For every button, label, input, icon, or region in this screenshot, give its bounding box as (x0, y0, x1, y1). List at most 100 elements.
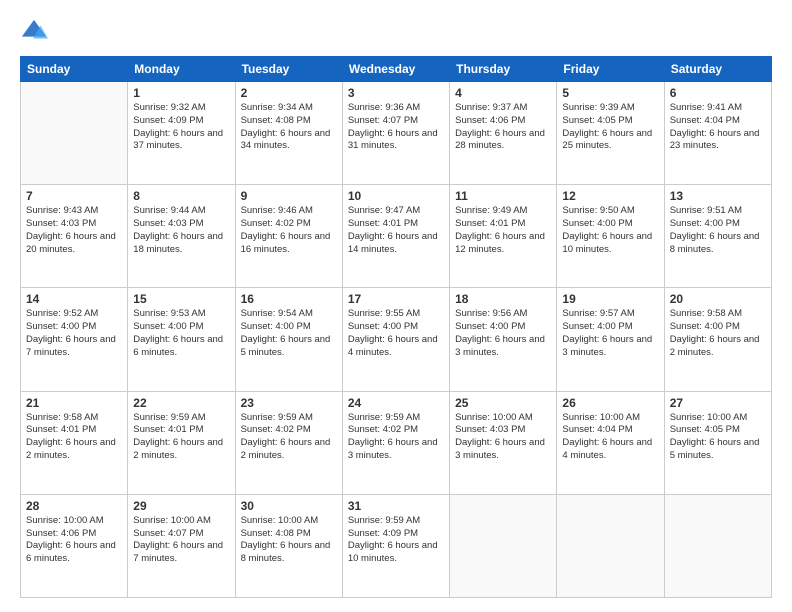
day-number: 2 (241, 86, 337, 100)
day-info: Sunrise: 9:51 AM Sunset: 4:00 PM Dayligh… (670, 205, 766, 256)
day-info: Sunrise: 9:39 AM Sunset: 4:05 PM Dayligh… (562, 102, 658, 153)
calendar-cell: 5 Sunrise: 9:39 AM Sunset: 4:05 PM Dayli… (557, 82, 664, 185)
day-number: 23 (241, 396, 337, 410)
day-number: 9 (241, 189, 337, 203)
calendar-row: 21 Sunrise: 9:58 AM Sunset: 4:01 PM Dayl… (21, 391, 772, 494)
day-number: 15 (133, 292, 229, 306)
calendar-cell: 7 Sunrise: 9:43 AM Sunset: 4:03 PM Dayli… (21, 185, 128, 288)
calendar-cell: 22 Sunrise: 9:59 AM Sunset: 4:01 PM Dayl… (128, 391, 235, 494)
day-info: Sunrise: 9:46 AM Sunset: 4:02 PM Dayligh… (241, 205, 337, 256)
calendar-cell (450, 494, 557, 597)
day-number: 19 (562, 292, 658, 306)
calendar-cell: 24 Sunrise: 9:59 AM Sunset: 4:02 PM Dayl… (342, 391, 449, 494)
day-info: Sunrise: 10:00 AM Sunset: 4:04 PM Daylig… (562, 412, 658, 463)
calendar-table: SundayMondayTuesdayWednesdayThursdayFrid… (20, 56, 772, 598)
day-number: 10 (348, 189, 444, 203)
weekday-header: Saturday (664, 57, 771, 82)
calendar-cell (557, 494, 664, 597)
weekday-header: Thursday (450, 57, 557, 82)
day-info: Sunrise: 9:32 AM Sunset: 4:09 PM Dayligh… (133, 102, 229, 153)
calendar-row: 7 Sunrise: 9:43 AM Sunset: 4:03 PM Dayli… (21, 185, 772, 288)
day-info: Sunrise: 10:00 AM Sunset: 4:05 PM Daylig… (670, 412, 766, 463)
day-number: 22 (133, 396, 229, 410)
day-number: 18 (455, 292, 551, 306)
calendar-cell: 28 Sunrise: 10:00 AM Sunset: 4:06 PM Day… (21, 494, 128, 597)
day-number: 11 (455, 189, 551, 203)
day-number: 20 (670, 292, 766, 306)
calendar-cell: 16 Sunrise: 9:54 AM Sunset: 4:00 PM Dayl… (235, 288, 342, 391)
calendar-cell: 13 Sunrise: 9:51 AM Sunset: 4:00 PM Dayl… (664, 185, 771, 288)
calendar-cell: 20 Sunrise: 9:58 AM Sunset: 4:00 PM Dayl… (664, 288, 771, 391)
day-info: Sunrise: 10:00 AM Sunset: 4:03 PM Daylig… (455, 412, 551, 463)
calendar-row: 14 Sunrise: 9:52 AM Sunset: 4:00 PM Dayl… (21, 288, 772, 391)
calendar-cell: 9 Sunrise: 9:46 AM Sunset: 4:02 PM Dayli… (235, 185, 342, 288)
calendar-cell: 30 Sunrise: 10:00 AM Sunset: 4:08 PM Day… (235, 494, 342, 597)
day-number: 8 (133, 189, 229, 203)
day-number: 30 (241, 499, 337, 513)
day-number: 17 (348, 292, 444, 306)
calendar-cell: 1 Sunrise: 9:32 AM Sunset: 4:09 PM Dayli… (128, 82, 235, 185)
day-info: Sunrise: 9:59 AM Sunset: 4:02 PM Dayligh… (348, 412, 444, 463)
calendar-cell: 29 Sunrise: 10:00 AM Sunset: 4:07 PM Day… (128, 494, 235, 597)
calendar-cell: 8 Sunrise: 9:44 AM Sunset: 4:03 PM Dayli… (128, 185, 235, 288)
calendar-cell: 4 Sunrise: 9:37 AM Sunset: 4:06 PM Dayli… (450, 82, 557, 185)
day-info: Sunrise: 9:50 AM Sunset: 4:00 PM Dayligh… (562, 205, 658, 256)
calendar-cell: 27 Sunrise: 10:00 AM Sunset: 4:05 PM Day… (664, 391, 771, 494)
day-number: 31 (348, 499, 444, 513)
day-number: 6 (670, 86, 766, 100)
calendar-cell: 21 Sunrise: 9:58 AM Sunset: 4:01 PM Dayl… (21, 391, 128, 494)
calendar-header-row: SundayMondayTuesdayWednesdayThursdayFrid… (21, 57, 772, 82)
day-info: Sunrise: 10:00 AM Sunset: 4:07 PM Daylig… (133, 515, 229, 566)
day-info: Sunrise: 10:00 AM Sunset: 4:08 PM Daylig… (241, 515, 337, 566)
day-number: 28 (26, 499, 122, 513)
day-info: Sunrise: 9:41 AM Sunset: 4:04 PM Dayligh… (670, 102, 766, 153)
day-number: 14 (26, 292, 122, 306)
day-info: Sunrise: 9:47 AM Sunset: 4:01 PM Dayligh… (348, 205, 444, 256)
calendar-cell: 10 Sunrise: 9:47 AM Sunset: 4:01 PM Dayl… (342, 185, 449, 288)
day-info: Sunrise: 9:36 AM Sunset: 4:07 PM Dayligh… (348, 102, 444, 153)
day-number: 21 (26, 396, 122, 410)
calendar-cell: 25 Sunrise: 10:00 AM Sunset: 4:03 PM Day… (450, 391, 557, 494)
calendar-cell: 12 Sunrise: 9:50 AM Sunset: 4:00 PM Dayl… (557, 185, 664, 288)
calendar-cell: 17 Sunrise: 9:55 AM Sunset: 4:00 PM Dayl… (342, 288, 449, 391)
calendar-cell: 23 Sunrise: 9:59 AM Sunset: 4:02 PM Dayl… (235, 391, 342, 494)
day-info: Sunrise: 9:59 AM Sunset: 4:02 PM Dayligh… (241, 412, 337, 463)
day-info: Sunrise: 10:00 AM Sunset: 4:06 PM Daylig… (26, 515, 122, 566)
calendar-cell (664, 494, 771, 597)
day-info: Sunrise: 9:44 AM Sunset: 4:03 PM Dayligh… (133, 205, 229, 256)
day-number: 16 (241, 292, 337, 306)
day-number: 26 (562, 396, 658, 410)
calendar-row: 1 Sunrise: 9:32 AM Sunset: 4:09 PM Dayli… (21, 82, 772, 185)
weekday-header: Sunday (21, 57, 128, 82)
day-info: Sunrise: 9:54 AM Sunset: 4:00 PM Dayligh… (241, 308, 337, 359)
day-number: 13 (670, 189, 766, 203)
calendar-cell: 14 Sunrise: 9:52 AM Sunset: 4:00 PM Dayl… (21, 288, 128, 391)
day-number: 27 (670, 396, 766, 410)
day-number: 3 (348, 86, 444, 100)
day-number: 4 (455, 86, 551, 100)
calendar-cell (21, 82, 128, 185)
day-info: Sunrise: 9:49 AM Sunset: 4:01 PM Dayligh… (455, 205, 551, 256)
day-info: Sunrise: 9:56 AM Sunset: 4:00 PM Dayligh… (455, 308, 551, 359)
day-number: 1 (133, 86, 229, 100)
calendar-cell: 26 Sunrise: 10:00 AM Sunset: 4:04 PM Day… (557, 391, 664, 494)
calendar-cell: 19 Sunrise: 9:57 AM Sunset: 4:00 PM Dayl… (557, 288, 664, 391)
weekday-header: Monday (128, 57, 235, 82)
logo (20, 18, 52, 46)
day-number: 5 (562, 86, 658, 100)
page: SundayMondayTuesdayWednesdayThursdayFrid… (0, 0, 792, 612)
day-info: Sunrise: 9:58 AM Sunset: 4:00 PM Dayligh… (670, 308, 766, 359)
day-number: 7 (26, 189, 122, 203)
calendar-cell: 31 Sunrise: 9:59 AM Sunset: 4:09 PM Dayl… (342, 494, 449, 597)
weekday-header: Friday (557, 57, 664, 82)
day-info: Sunrise: 9:55 AM Sunset: 4:00 PM Dayligh… (348, 308, 444, 359)
calendar-cell: 15 Sunrise: 9:53 AM Sunset: 4:00 PM Dayl… (128, 288, 235, 391)
day-info: Sunrise: 9:34 AM Sunset: 4:08 PM Dayligh… (241, 102, 337, 153)
day-info: Sunrise: 9:57 AM Sunset: 4:00 PM Dayligh… (562, 308, 658, 359)
weekday-header: Wednesday (342, 57, 449, 82)
day-info: Sunrise: 9:59 AM Sunset: 4:01 PM Dayligh… (133, 412, 229, 463)
logo-icon (20, 18, 48, 46)
day-info: Sunrise: 9:53 AM Sunset: 4:00 PM Dayligh… (133, 308, 229, 359)
day-info: Sunrise: 9:58 AM Sunset: 4:01 PM Dayligh… (26, 412, 122, 463)
calendar-cell: 18 Sunrise: 9:56 AM Sunset: 4:00 PM Dayl… (450, 288, 557, 391)
